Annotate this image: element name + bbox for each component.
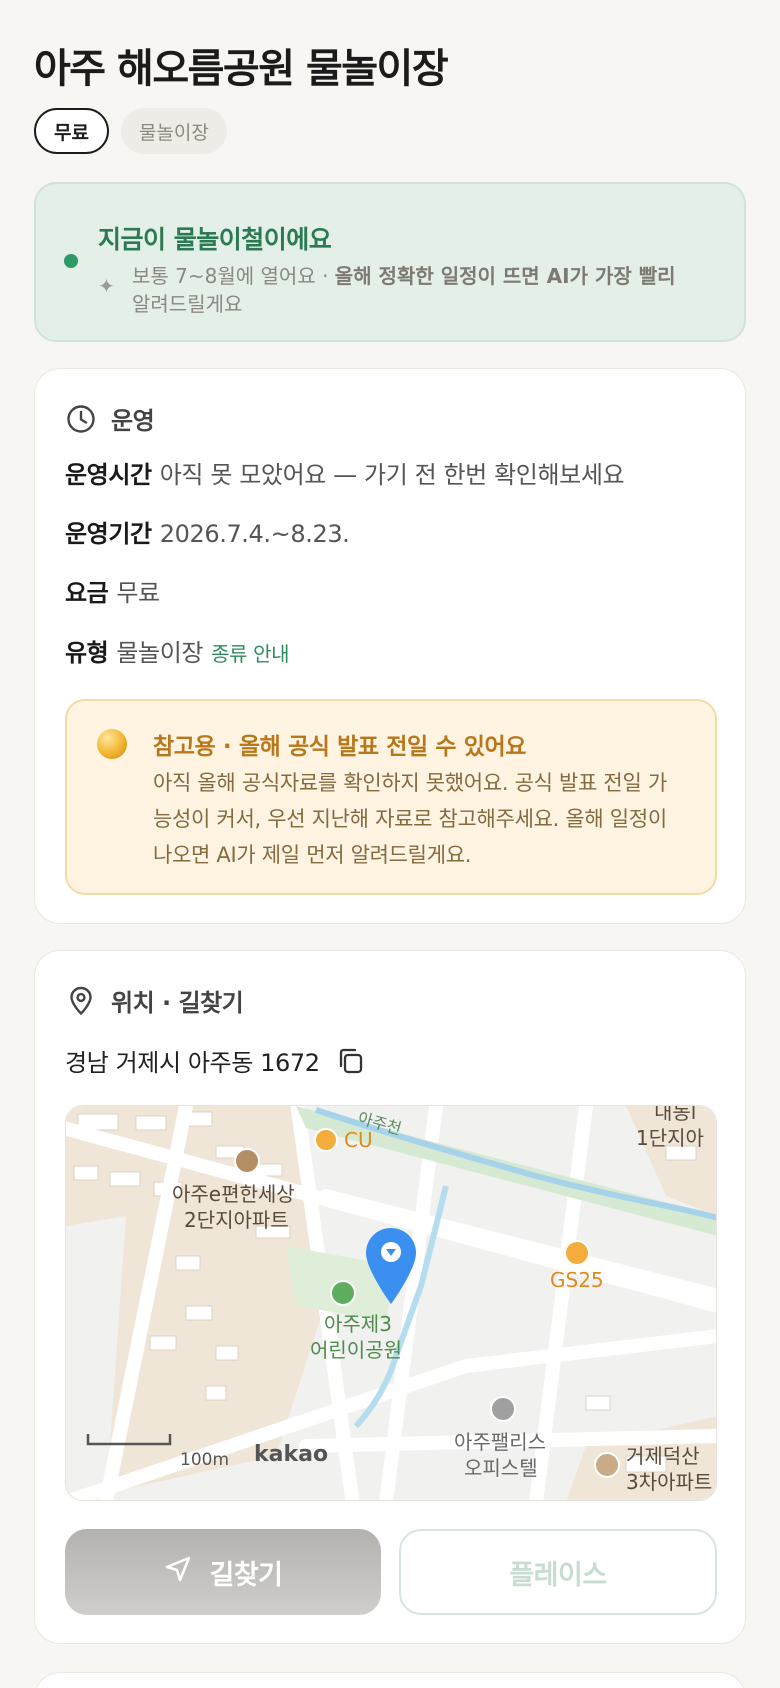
cu-store-icon[interactable] — [314, 1128, 338, 1152]
apartment-icon — [234, 1148, 260, 1174]
type-guide-link[interactable]: 종류 안내 — [211, 642, 289, 666]
coin-icon — [97, 729, 127, 759]
gs25-store-icon[interactable] — [564, 1240, 590, 1266]
park-label-line2: 어린이공원 — [310, 1338, 402, 1362]
notice-box: 참고용 · 올해 공식 발표 전일 수 있어요 아직 올해 공식자료를 확인하지… — [65, 699, 717, 895]
directions-button-label: 길찾기 — [209, 1559, 283, 1591]
hours-label: 운영시간 — [65, 461, 152, 489]
hours-value: 아직 못 모았어요 — 가기 전 한번 확인해보세요 — [159, 461, 625, 489]
operation-section-label: 운영 — [111, 407, 155, 435]
location-pin-icon — [65, 985, 97, 1017]
gs25-store-label[interactable]: GS25 — [550, 1268, 604, 1292]
season-desc-bold: 올해 정확한 일정이 뜨면 AI가 가장 빨리 — [334, 264, 676, 288]
apt1-label-line1: 아주e편한세상 — [172, 1182, 295, 1206]
notice-title: 참고용 · 올해 공식 발표 전일 수 있어요 — [153, 734, 526, 760]
place-button-label: 플레이스 — [509, 1559, 607, 1591]
season-banner: 지금이 물놀이철이에요 ✦ 보통 7~8월에 열어요 · 올해 정확한 일정이 … — [34, 182, 746, 342]
period-value: 2026.7.4.~8.23. — [159, 520, 350, 548]
season-desc-prefix: 보통 7~8월에 열어요 · — [132, 264, 335, 288]
office-icon — [490, 1396, 516, 1422]
page: 아주 해오름공원 물놀이장 무료 물놀이장 지금이 물놀이철이에요 ✦ 보통 7… — [0, 0, 780, 1688]
hours-row: 운영시간 아직 못 모았어요 — 가기 전 한번 확인해보세요 — [65, 455, 625, 490]
type-label: 유형 — [65, 639, 109, 667]
map-scale-label: 100m — [180, 1450, 230, 1470]
location-section-label: 위치 · 길찾기 — [111, 989, 244, 1017]
chip-free[interactable]: 무료 — [34, 108, 109, 154]
next-card — [34, 1672, 746, 1688]
location-card: 위치 · 길찾기 경남 거제시 아주동 1672 아주천 CU 아주e편한세상 … — [34, 950, 746, 1644]
type-row: 유형 물놀이장 종류 안내 — [65, 633, 289, 668]
location-map[interactable]: 아주천 CU 아주e편한세상 2단지아파트 내동l 1단지아 GS25 아주제3… — [65, 1105, 717, 1501]
map-labels: 아주천 CU 아주e편한세상 2단지아파트 내동l 1단지아 GS25 아주제3… — [66, 1106, 716, 1500]
operation-card: 운영 운영시간 아직 못 모았어요 — 가기 전 한번 확인해보세요 운영기간 20… — [34, 368, 746, 924]
office-label-line1: 아주팰리스 — [454, 1430, 546, 1454]
tag-chips: 무료 물놀이장 — [34, 108, 227, 154]
fee-value: 무료 — [116, 579, 160, 607]
notice-body: 아직 올해 공식자료를 확인하지 못했어요. 공식 발표 전일 가능성이 커서,… — [153, 771, 667, 867]
apt2-icon — [594, 1452, 620, 1478]
fee-label: 요금 — [65, 579, 109, 607]
period-label: 운영기간 — [65, 520, 152, 548]
page-title: 아주 해오름공원 물놀이장 — [34, 46, 449, 92]
copy-icon[interactable] — [336, 1046, 366, 1076]
operation-header: 운영 — [65, 401, 155, 436]
office-label-line2: 오피스텔 — [464, 1456, 538, 1480]
season-headline: 지금이 물놀이철이에요 — [98, 225, 332, 254]
apt2-label-line2: 3차아파트 — [626, 1470, 713, 1494]
park-label-line1: 아주제3 — [324, 1312, 392, 1336]
place-button[interactable]: 플레이스 — [399, 1529, 717, 1615]
navigation-arrow-icon — [163, 1554, 193, 1591]
status-dot — [64, 254, 78, 268]
address-row: 경남 거제시 아주동 1672 — [65, 1043, 366, 1078]
park-tree-icon — [330, 1280, 356, 1306]
directions-button[interactable]: 길찾기 — [65, 1529, 381, 1615]
sparkle-icon: ✦ — [98, 274, 115, 298]
apt-top-label-line2: 1단지아 — [636, 1126, 704, 1150]
fee-row: 요금 무료 — [65, 573, 160, 608]
clock-icon — [65, 403, 97, 435]
period-row: 운영기간 2026.7.4.~8.23. — [65, 514, 350, 549]
chip-water-play[interactable]: 물놀이장 — [120, 108, 227, 154]
season-desc-line2: 알려드릴게요 — [132, 292, 243, 316]
season-description: 보통 7~8월에 열어요 · 올해 정확한 일정이 뜨면 AI가 가장 빨리 알… — [132, 262, 732, 318]
cu-store-label[interactable]: CU — [344, 1128, 373, 1152]
address-text: 경남 거제시 아주동 1672 — [65, 1049, 320, 1077]
location-header: 위치 · 길찾기 — [65, 983, 244, 1018]
type-value: 물놀이장 — [116, 639, 204, 667]
selected-location-marker-icon[interactable] — [364, 1226, 418, 1306]
apt2-label-line1: 거제덕산 — [626, 1444, 700, 1468]
map-provider-logo: kakao — [254, 1442, 329, 1467]
apt1-label-line2: 2단지아파트 — [184, 1208, 289, 1232]
